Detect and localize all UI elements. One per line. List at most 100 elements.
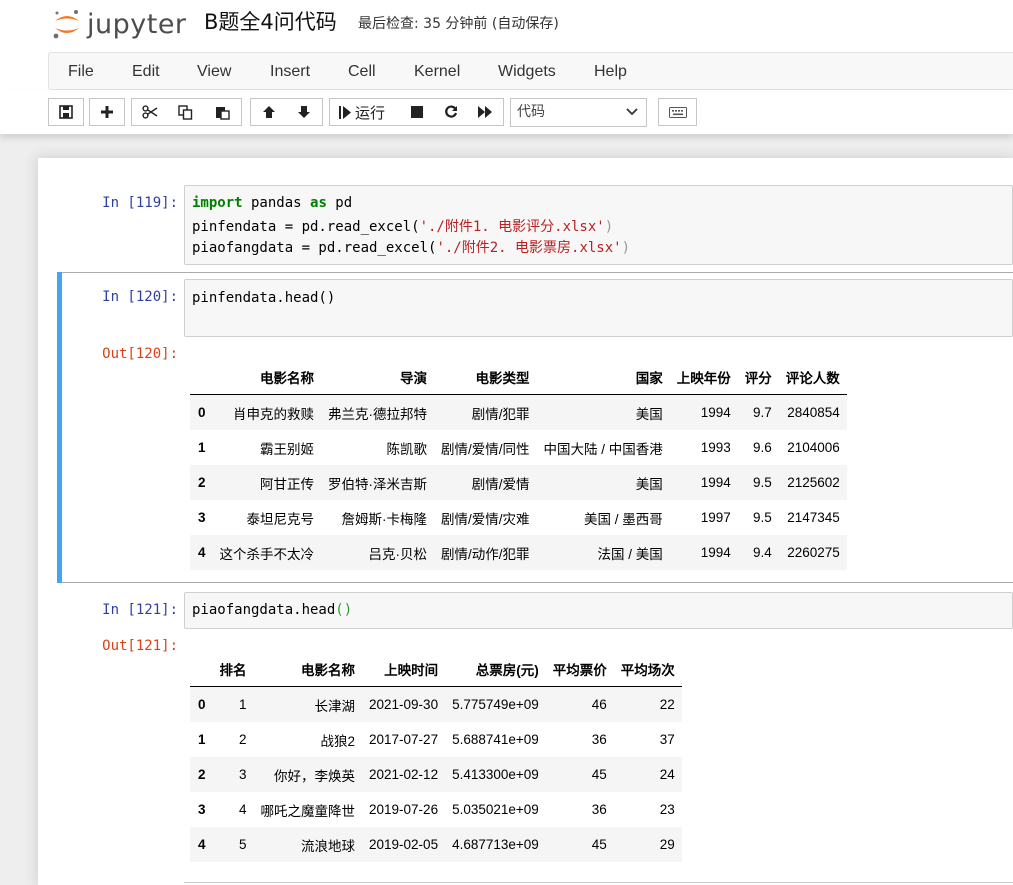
next-cell-edge [184,882,1013,883]
column-header: 排名 [212,652,254,687]
out-prompt: Out[121]: [102,638,178,654]
table-cell: 2104006 [787,440,840,455]
table-cell: 45 [591,767,607,782]
table-cell: 法国 / 美国 [597,546,663,562]
run-all-button[interactable] [468,98,504,126]
restart-icon [445,105,458,118]
table-cell: 2017-07-27 [369,732,439,747]
code-text: ) [604,219,614,235]
column-header: 评分 [737,360,779,395]
row-index: 3 [198,510,206,525]
cut-button[interactable] [131,98,168,126]
table-cell: 流浪地球 [301,838,356,854]
column-header: 国家 [536,360,670,395]
menu-file[interactable]: File [68,63,94,81]
notebook-title[interactable]: B题全4问代码 [204,6,337,36]
in-prompt: In [121]: [102,602,178,618]
in-prompt: In [119]: [102,195,178,211]
row-index: 1 [198,732,206,747]
menu-widgets[interactable]: Widgets [498,63,556,81]
table-cell: 23 [659,802,675,817]
table-cell: 2021-02-12 [369,767,439,782]
row-index: 4 [198,545,206,560]
table-cell: 阿甘正传 [260,476,315,492]
cell-type-select[interactable]: 代码 [510,98,647,127]
toolbar: 运行 代码 [0,90,1013,134]
stop-icon [411,106,423,118]
paste-button[interactable] [204,98,242,126]
move-down-button[interactable] [286,98,323,126]
save-icon [59,105,73,119]
cell-selection-indicator [57,272,62,583]
chevron-down-icon [626,108,638,116]
table-cell: 中国大陆 / 中国香港 [543,441,663,457]
insert-cell-button[interactable] [89,98,125,126]
table-row: 1 霸王别姬 陈凯歌 剧情/爱情/同性 中国大陆 / 中国香港 1993 9.6 210400… [190,430,847,465]
table-cell: 哪吒之魔童降世 [260,803,356,819]
command-palette-button[interactable] [658,98,697,126]
table-cell: 泰坦尼克号 [246,511,315,527]
table-cell: 霸王别姬 [260,441,315,457]
code-text: () [335,602,353,618]
table-cell: 2021-09-30 [369,697,439,712]
table-row: 2 阿甘正传 罗伯特·泽米吉斯 剧情/爱情 美国 1994 9.5 2125602 [190,465,847,500]
column-header: 评论人数 [778,360,847,395]
code-text: pd [326,195,353,211]
table-cell: 2019-07-26 [369,802,439,817]
table-row: 3 4 哪吒之魔童降世 2019-07-26 5.035021e+09 36 23 [190,792,682,827]
table-cell: 9.5 [753,510,772,525]
table-row: 0 1 长津湖 2021-09-30 5.775749e+09 46 22 [190,686,682,722]
table-row: 4 这个杀手不太冷 吕克·贝松 剧情/动作/犯罪 法国 / 美国 1994 9.4 22602… [190,535,847,570]
table-cell: 5.035021e+09 [452,802,539,817]
menu-cell[interactable]: Cell [348,63,376,81]
table-cell: 1997 [700,510,731,525]
column-header: 平均票价 [545,652,614,687]
run-label: 运行 [355,103,386,122]
table-cell: 詹姆斯·卡梅隆 [341,511,428,527]
table-cell: 36 [591,732,607,747]
menu-edit[interactable]: Edit [132,63,160,81]
copy-icon [178,104,193,120]
run-button[interactable]: 运行 [329,98,401,126]
menubar-container: File Edit View Insert Cell Kernel Widget… [48,52,1013,90]
table-cell: 肖申克的救赎 [233,406,315,422]
table-cell: 5.413300e+09 [452,767,539,782]
table-cell: 9.7 [753,405,772,420]
code-keyword: as [310,195,327,211]
column-header: 总票房(元) [445,652,546,687]
jupyter-logo-icon [53,10,79,39]
table-cell: 1 [239,697,247,712]
table-cell: 2 [239,732,247,747]
code-input[interactable]: piaofangdata.head() [184,592,1013,629]
table-cell: 剧情/爱情/灾难 [441,511,530,527]
code-string: './附件1. 电影评分.xlsx' [419,219,605,235]
table-cell: 美国 [635,406,663,422]
index-header [190,652,213,687]
code-input[interactable]: pinfendata.head() [184,279,1013,337]
copy-button[interactable] [167,98,205,126]
column-header: 平均场次 [613,652,682,687]
move-up-button[interactable] [250,98,287,126]
index-header [190,360,213,395]
menu-kernel[interactable]: Kernel [414,63,460,81]
save-button[interactable] [48,98,84,126]
arrow-down-icon [298,106,310,118]
notebook-container: In [119]: import pandas as pd pinfendata… [38,158,1013,885]
restart-button[interactable] [434,98,469,126]
jupyter-logo[interactable]: jupyter [52,6,187,42]
table-row: 3 泰坦尼克号 詹姆斯·卡梅隆 剧情/爱情/灾难 美国 / 墨西哥 1997 9.5 2147… [190,500,847,535]
menu-insert[interactable]: Insert [270,63,310,81]
menu-view[interactable]: View [197,63,231,81]
table-cell: 2260275 [787,545,840,560]
dataframe-table: 电影名称 导演 电影类型 国家 上映年份 评分 评论人数 0 肖申克的救赎 弗兰克·德拉邦特 剧情/… [190,360,847,570]
table-cell: 36 [591,802,607,817]
table-cell: 长津湖 [314,698,356,714]
table-cell: 2840854 [787,405,840,420]
table-cell: 4.687713e+09 [452,837,539,852]
code-text: pinfendata = pd.read_excel( [192,219,420,235]
table-cell: 4 [239,802,247,817]
interrupt-button[interactable] [400,98,435,126]
table-cell: 剧情/动作/犯罪 [441,546,530,562]
menu-help[interactable]: Help [594,63,627,81]
code-input[interactable]: import pandas as pd pinfendata = pd.read… [184,185,1013,265]
